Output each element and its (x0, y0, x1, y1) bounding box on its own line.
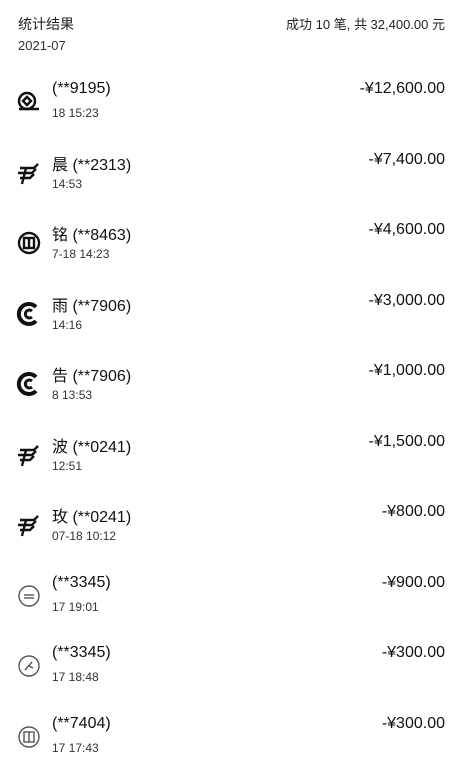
transaction-name: 雨 (**7906) (52, 292, 131, 316)
summary-header: 统计结果 成功 10 笔, 共 32,400.00 元 2021-07 (0, 0, 461, 62)
transaction-name: (**9195) (52, 80, 111, 98)
transaction-time: 17 18:48 (52, 670, 99, 684)
transaction-name: 铭 (**8463) (52, 221, 131, 245)
postal-bank-icon (16, 442, 42, 468)
transaction-name: (**7404) (52, 715, 111, 733)
transaction-amount: -¥1,500.00 (368, 433, 445, 451)
transaction-row[interactable]: (**7404) 17 17:43 -¥300.00 (0, 705, 461, 775)
transaction-name: 玫 (**0241) (52, 503, 131, 527)
transaction-name: 波 (**0241) (52, 433, 131, 457)
transaction-row[interactable]: (**9195) 18 15:23 -¥12,600.00 (0, 70, 461, 141)
transaction-row[interactable]: 告 (**7906) 8 13:53 -¥1,000.00 (0, 352, 461, 423)
transaction-time: 07-18 10:12 (52, 529, 116, 543)
month-label: 2021-07 (18, 38, 66, 53)
transaction-amount: -¥1,000.00 (368, 362, 445, 380)
transaction-name: 晨 (**2313) (52, 151, 131, 175)
transaction-row[interactable]: (**3345) 17 18:48 -¥300.00 (0, 634, 461, 705)
bank-generic-icon (16, 583, 42, 609)
transaction-time: 8 13:53 (52, 388, 92, 402)
transaction-time: 14:16 (52, 318, 82, 332)
transaction-time: 17 17:43 (52, 741, 99, 755)
transaction-list: (**9195) 18 15:23 -¥12,600.00 晨 (**2313)… (0, 70, 461, 775)
transaction-amount: -¥4,600.00 (368, 221, 445, 239)
transaction-row[interactable]: 雨 (**7906) 14:16 -¥3,000.00 (0, 282, 461, 353)
ccb-bank-icon (16, 371, 42, 397)
transaction-amount: -¥800.00 (382, 503, 445, 521)
page-title: 统计结果 (18, 14, 74, 34)
bank-generic-icon (16, 653, 42, 679)
transaction-amount: -¥900.00 (382, 574, 445, 592)
transaction-row[interactable]: (**3345) 17 19:01 -¥900.00 (0, 564, 461, 635)
transaction-row[interactable]: 铭 (**8463) 7-18 14:23 -¥4,600.00 (0, 211, 461, 282)
transaction-name: (**3345) (52, 574, 111, 592)
ccb-bank-icon (16, 301, 42, 327)
icbc-bank-icon (16, 230, 42, 256)
transaction-time: 12:51 (52, 459, 82, 473)
postal-bank-icon (16, 512, 42, 538)
transaction-name: (**3345) (52, 644, 111, 662)
postal-bank-icon (16, 160, 42, 186)
transaction-row[interactable]: 玫 (**0241) 07-18 10:12 -¥800.00 (0, 493, 461, 564)
transaction-time: 17 19:01 (52, 600, 99, 614)
transaction-row[interactable]: 波 (**0241) 12:51 -¥1,500.00 (0, 423, 461, 494)
transaction-amount: -¥300.00 (382, 715, 445, 733)
transaction-time: 18 15:23 (52, 106, 99, 120)
transaction-time: 14:53 (52, 177, 82, 191)
transaction-amount: -¥7,400.00 (368, 151, 445, 169)
icbc-bank-icon (16, 724, 42, 750)
transaction-amount: -¥300.00 (382, 644, 445, 662)
transaction-amount: -¥3,000.00 (368, 292, 445, 310)
bank-logo-icon (16, 89, 42, 115)
transaction-name: 告 (**7906) (52, 362, 131, 386)
transaction-time: 7-18 14:23 (52, 247, 109, 261)
transaction-row[interactable]: 晨 (**2313) 14:53 -¥7,400.00 (0, 141, 461, 212)
summary-text: 成功 10 笔, 共 32,400.00 元 (286, 14, 445, 33)
transaction-amount: -¥12,600.00 (360, 80, 445, 98)
